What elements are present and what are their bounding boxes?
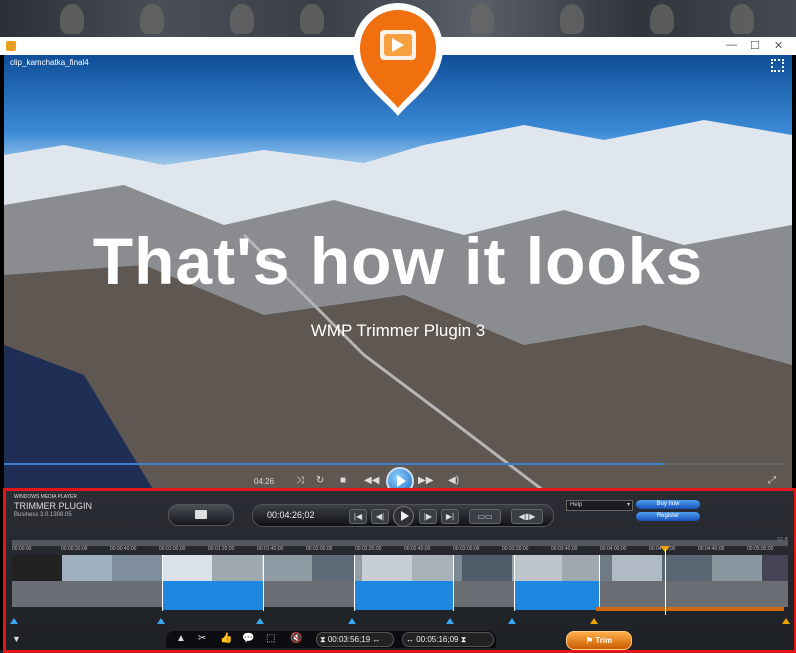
step-back-button[interactable]: ◀|	[371, 509, 389, 524]
ruler-tick-label: 00:03:00;00	[453, 546, 480, 552]
previous-icon[interactable]: ◀◀	[364, 475, 379, 486]
app-icon	[6, 41, 16, 51]
hourglass-icon: ⧗	[320, 635, 326, 644]
seek-bar-track[interactable]	[664, 463, 784, 465]
plugin-brand: WINDOWS MEDIA PLAYER TRIMMER PLUGIN Busi…	[14, 494, 92, 518]
start-time-field[interactable]: ⧗ 00:03:56;19 ↔	[316, 632, 394, 647]
ruler-tick-label: 00:00:00	[12, 546, 32, 552]
player-window: — ☐ ✕ clip_kamchatka_final4 That's how i…	[0, 37, 796, 653]
segment-marker[interactable]	[10, 618, 18, 624]
trimmer-plugin-panel: WINDOWS MEDIA PLAYER TRIMMER PLUGIN Busi…	[3, 488, 796, 653]
segment-marker[interactable]	[782, 618, 790, 624]
trim-label: Trim	[595, 636, 613, 645]
fullscreen-icon[interactable]	[771, 59, 784, 72]
ruler-tick-label: 00:02:40;00	[404, 546, 431, 552]
zoom-controls: ▭ ⌕	[777, 535, 788, 543]
collapse-icon[interactable]: ▼	[12, 634, 21, 644]
ruler-tick-label: 00:03:20;00	[502, 546, 529, 552]
start-time-value: 00:03:56;19	[327, 635, 371, 644]
app-logo-pin	[353, 3, 443, 116]
register-button[interactable]: Register	[636, 512, 700, 521]
selection-segment[interactable]	[354, 555, 454, 611]
ruler-tick-label: 00:04:40;00	[698, 546, 725, 552]
stop-icon[interactable]: ■	[340, 475, 346, 486]
comment-icon[interactable]: 💬	[242, 633, 254, 644]
switch-view-icon[interactable]: ⤢	[768, 475, 776, 486]
plugin-play-button[interactable]	[393, 506, 414, 527]
trim-button[interactable]: ⚑ Trim	[566, 631, 632, 650]
waveform-button[interactable]: ◀▮▶	[511, 509, 543, 524]
volume-icon[interactable]: ◀)	[448, 475, 459, 486]
playhead-line	[665, 549, 666, 615]
step-forward-button[interactable]: |▶	[419, 509, 437, 524]
video-area[interactable]: clip_kamchatka_final4 That's how it look…	[4, 55, 792, 491]
shuffle-icon[interactable]: ⤨	[296, 475, 304, 486]
edit-toolbar: ▲ ✂ 👍 💬 ⬚ 🔇 ⧗ 00:03:56;19 ↔ ↔ 00:05:16;0…	[166, 631, 496, 648]
ruler-tick-label: 00:01:40;00	[257, 546, 284, 552]
brand-line1: WINDOWS MEDIA PLAYER	[14, 494, 77, 500]
go-start-button[interactable]: |◀	[349, 509, 367, 524]
version-label: Business 3.0.1308.05	[14, 512, 72, 518]
segment-marker[interactable]	[508, 618, 516, 624]
crop-icon[interactable]: ⬚	[266, 633, 275, 644]
ruler-tick-label: 00:02:20;00	[355, 546, 382, 552]
mute-icon[interactable]: 🔇	[290, 633, 302, 644]
segment-marker[interactable]	[157, 618, 165, 624]
ruler-tick-label: 00:03:40;00	[551, 546, 578, 552]
arrows-icon: ↔	[406, 635, 414, 644]
brand-line2: TRIMMER PLUGIN	[14, 501, 93, 511]
zoom-in-icon[interactable]: ⌕	[785, 536, 788, 542]
folder-icon	[195, 510, 207, 519]
zoom-out-icon[interactable]: ▭	[777, 536, 783, 542]
chevron-down-icon: ▾	[626, 502, 630, 508]
segment-marker[interactable]	[446, 618, 454, 624]
selection-segment[interactable]	[514, 555, 600, 611]
clip-name: clip_kamchatka_final4	[10, 58, 89, 67]
flag-icon: ⚑	[585, 636, 594, 645]
selection-segment[interactable]	[162, 555, 264, 611]
scissors-icon[interactable]: ✂	[198, 633, 206, 644]
timeline-strip[interactable]	[12, 555, 788, 615]
end-time-field[interactable]: ↔ 00:05:16;09 ⧗	[402, 632, 494, 647]
promo-headline: That's how it looks	[92, 224, 704, 298]
segment-marker[interactable]	[256, 618, 264, 624]
segment-marker[interactable]	[590, 618, 598, 624]
timeline-ruler[interactable]: 00:00:00 00:00:20;00 00:00:40;00 00:01:00;0…	[12, 540, 788, 553]
go-end-button[interactable]: ▶|	[441, 509, 459, 524]
open-file-button[interactable]	[168, 504, 234, 526]
video-landscape	[4, 120, 792, 491]
repeat-icon[interactable]: ↻	[316, 475, 324, 486]
ruler-tick-label: 00:05:00;00	[747, 546, 774, 552]
help-dropdown-label: Help	[570, 502, 583, 508]
thumb-up-icon[interactable]: 👍	[220, 633, 232, 644]
current-time: 00:04:26;02	[267, 510, 315, 520]
promo-subtitle: WMP Trimmer Plugin 3	[310, 321, 486, 340]
ruler-tick-label: 00:01:00;00	[159, 546, 186, 552]
ruler-tick-label: 00:01:20;00	[208, 546, 235, 552]
ruler-tick-label: 00:00:20;00	[61, 546, 88, 552]
ruler-tick-label: 00:04:00;00	[600, 546, 627, 552]
end-time-value: 00:05:16;09	[416, 635, 459, 644]
buy-now-button[interactable]: Buy now	[636, 500, 700, 509]
help-dropdown[interactable]: Help ▾	[566, 500, 633, 511]
minimize-button[interactable]: —	[726, 39, 737, 51]
frames-button[interactable]: ▭▭	[469, 509, 501, 524]
elapsed-time: 04:26	[254, 477, 275, 486]
maximize-button[interactable]: ☐	[750, 39, 760, 52]
ruler-tick-label: 00:00:40;00	[110, 546, 137, 552]
close-button[interactable]: ✕	[774, 39, 783, 52]
ruler-tick-label: 00:02:00;00	[306, 546, 333, 552]
transport-bar: 00:04:26;02 |◀ ◀| |▶ ▶| ▭▭ ◀▮▶	[252, 504, 554, 527]
current-segment-bar	[596, 607, 784, 611]
next-icon[interactable]: ▶▶	[418, 475, 433, 486]
triangle-up-icon[interactable]: ▲	[176, 633, 186, 644]
segment-marker[interactable]	[348, 618, 356, 624]
seek-bar-progress[interactable]	[4, 463, 664, 465]
